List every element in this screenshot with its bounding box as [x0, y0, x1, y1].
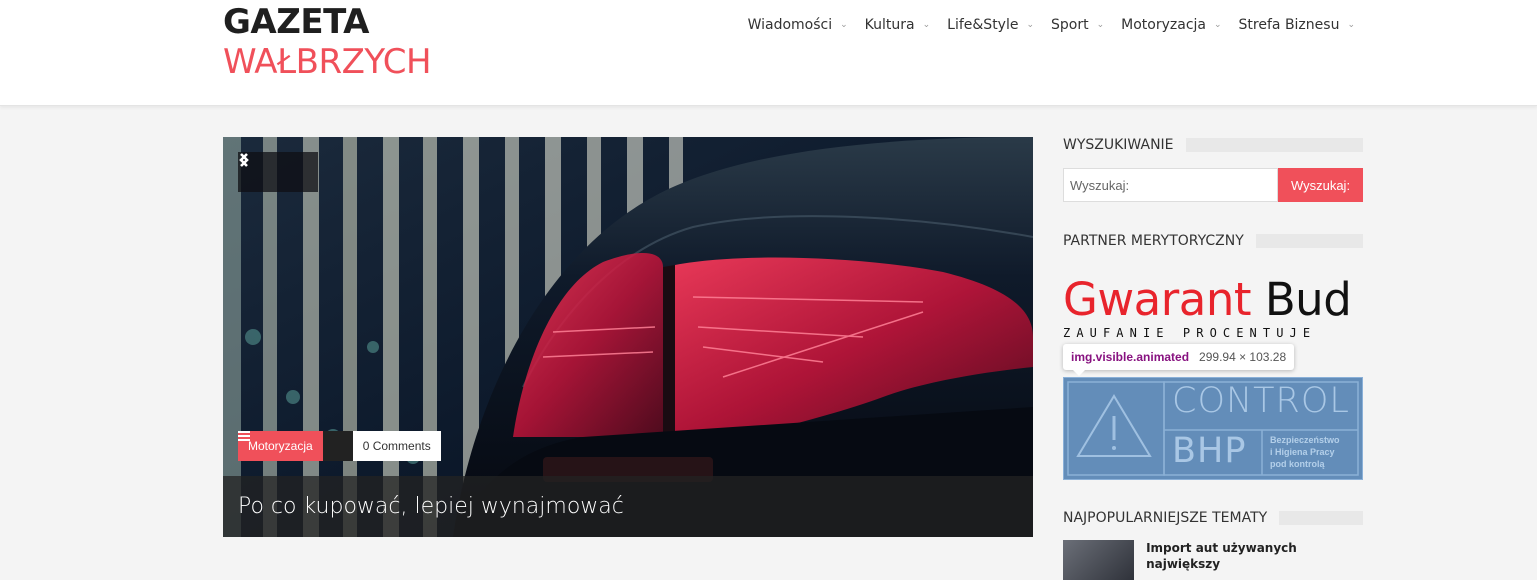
nav-label: Motoryzacja [1121, 17, 1206, 33]
widget-title-text: PARTNER MERYTORYCZNY [1063, 233, 1256, 249]
popular-widget-title: NAJPOPULARNIEJSZE TEMATY [1063, 510, 1363, 526]
devtools-tooltip: img.visible.animated 299.94 × 103.28 [1063, 344, 1295, 376]
logo-line-1: GAZETA [223, 2, 369, 42]
widget-title-text: WYSZUKIWANIE [1063, 137, 1186, 153]
main-nav: Wiadomości ⌄ Kultura ⌄ Life&Style ⌄ Sport ⌄ … [731, 15, 1355, 35]
tooltip-dimensions: 299.94 × 103.28 [1199, 350, 1287, 364]
chevron-down-icon: ⌄ [1347, 20, 1355, 30]
nav-item-kultura[interactable]: Kultura ⌄ [848, 15, 931, 35]
category-tag[interactable]: Motoryzacja [238, 431, 323, 461]
chevron-down-icon: ⌄ [922, 20, 931, 30]
popular-widget: NAJPOPULARNIEJSZE TEMATY Import aut używ… [1063, 510, 1363, 580]
chevron-down-icon: ⌄ [1214, 20, 1222, 30]
logo-line-2: WAŁBRZYCH [223, 42, 432, 82]
bud-word: Bud [1264, 273, 1352, 326]
comments-count[interactable]: 0 Comments [352, 431, 441, 461]
partner-widget-title: PARTNER MERYTORYCZNY [1063, 233, 1363, 249]
popular-item-title: Import aut używanych największy [1146, 541, 1297, 571]
nav-item-strefa-biznesu[interactable]: Strefa Biznesu ⌄ [1222, 15, 1355, 35]
nav-item-life-style[interactable]: Life&Style ⌄ [930, 15, 1034, 35]
chevron-down-icon: ⌄ [1026, 20, 1035, 30]
gwarant-bud-logo[interactable]: Gwarant Bud ZAUFANIE PROCENTUJE [1063, 277, 1363, 343]
gwarant-word: Gwarant [1063, 273, 1252, 326]
search-button[interactable]: Wyszukaj: [1278, 168, 1363, 202]
nav-label: Life&Style [947, 17, 1019, 33]
nav-label: Wiadomości [747, 17, 833, 33]
nav-item-motoryzacja[interactable]: Motoryzacja ⌄ [1104, 15, 1221, 35]
devtools-highlight-overlay [1064, 378, 1362, 479]
sidebar: WYSZUKIWANIE Wyszukaj: PARTNER MERYTORYC… [1063, 137, 1363, 580]
nav-item-sport[interactable]: Sport ⌄ [1034, 15, 1104, 35]
chevron-right-icon [240, 153, 249, 167]
control-bhp-banner[interactable]: CONTROL BHP Bezpieczeństwo i Higiena Pra… [1063, 377, 1363, 480]
slider-next-button[interactable] [240, 152, 318, 192]
popular-thumbnail [1063, 540, 1135, 580]
nav-label: Strefa Biznesu [1238, 17, 1340, 33]
site-header: GAZETA WAŁBRZYCH Wiadomości ⌄ Kultura ⌄ Li… [0, 0, 1537, 106]
search-form: Wyszukaj: [1063, 168, 1363, 202]
slide-title[interactable]: Po co kupować, lepiej wynajmować [238, 494, 624, 519]
gwarant-bud-name: Gwarant Bud [1063, 277, 1363, 323]
list-item[interactable]: Import aut używanych największy [1063, 540, 1363, 580]
search-input[interactable] [1063, 168, 1278, 202]
tooltip-selector: img.visible.animated [1071, 350, 1190, 364]
search-widget-title: WYSZUKIWANIE [1063, 137, 1363, 153]
featured-slider[interactable]: Motoryzacja 0 Comments Po co kupować, le… [223, 137, 1033, 537]
chevron-down-icon: ⌄ [840, 20, 848, 30]
site-logo[interactable]: GAZETA WAŁBRZYCH [223, 2, 432, 82]
nav-label: Sport [1051, 17, 1089, 33]
slide-caption: Po co kupować, lepiej wynajmować [223, 476, 1033, 537]
chevron-down-icon: ⌄ [1096, 20, 1105, 30]
slide-meta: Motoryzacja 0 Comments [238, 431, 441, 461]
nav-label: Kultura [864, 17, 915, 33]
slider-arrows [238, 152, 318, 192]
menu-lines-icon [238, 431, 353, 461]
nav-item-wiadomosci[interactable]: Wiadomości ⌄ [731, 15, 848, 35]
gwarant-tagline: ZAUFANIE PROCENTUJE [1063, 326, 1317, 340]
widget-title-text: NAJPOPULARNIEJSZE TEMATY [1063, 510, 1280, 526]
